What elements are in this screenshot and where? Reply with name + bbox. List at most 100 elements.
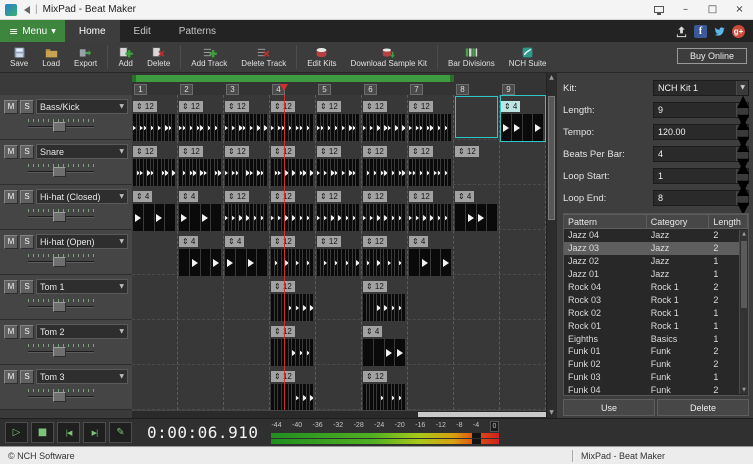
- timeline-ruler[interactable]: 123456789: [132, 73, 546, 95]
- pattern-row[interactable]: Funk 04 Funk 2: [564, 384, 748, 395]
- beat-cell[interactable]: [384, 339, 396, 366]
- pattern-segment[interactable]: ⇕ 12: [409, 96, 453, 141]
- solo-button[interactable]: S: [20, 369, 34, 384]
- solo-button[interactable]: S: [20, 189, 34, 204]
- spin-up-icon[interactable]: ▲: [737, 179, 749, 198]
- pattern-segment[interactable]: ⇕ 12: [317, 141, 361, 186]
- horizontal-scrollbar-thumb[interactable]: [417, 412, 546, 417]
- pattern-segment[interactable]: ⇕ 12: [363, 186, 407, 231]
- beat-cell[interactable]: [533, 114, 544, 141]
- monitor-icon[interactable]: [645, 0, 672, 19]
- beat-cell[interactable]: [165, 204, 176, 231]
- beat-cell[interactable]: [310, 159, 314, 186]
- loop-start-spinner[interactable]: 1 ▲ ▼: [653, 157, 749, 195]
- slider-thumb[interactable]: [53, 347, 66, 357]
- scroll-down-icon[interactable]: ▼: [547, 408, 556, 418]
- load-button[interactable]: Load: [35, 43, 67, 72]
- beat-cell[interactable]: [501, 114, 512, 141]
- pattern-segment[interactable]: ⇕ 12: [363, 276, 407, 321]
- pattern-segment[interactable]: ⇕ 12: [225, 141, 269, 186]
- solo-button[interactable]: S: [20, 144, 34, 159]
- minimize-button[interactable]: –: [672, 0, 699, 19]
- beat-cell[interactable]: [310, 204, 314, 231]
- pattern-segment[interactable]: ⇕ 12: [271, 276, 315, 321]
- beat-cell[interactable]: [356, 249, 360, 276]
- download-sample-kit-button[interactable]: Download Sample Kit: [344, 43, 434, 72]
- beat-cell[interactable]: [264, 114, 268, 141]
- solo-button[interactable]: S: [20, 324, 34, 339]
- pattern-row[interactable]: Funk 01 Funk 2: [564, 345, 748, 358]
- beat-cell[interactable]: [310, 249, 314, 276]
- facebook-icon[interactable]: f: [694, 24, 707, 38]
- track-name-select[interactable]: Snare ▼: [36, 144, 128, 159]
- mute-button[interactable]: M: [4, 189, 18, 204]
- go-to-end-button[interactable]: ▶|: [83, 422, 106, 443]
- beat-cell[interactable]: [310, 294, 314, 321]
- loop-region[interactable]: [132, 75, 454, 82]
- spin-up-icon[interactable]: ▲: [737, 157, 749, 176]
- track-name-select[interactable]: Bass/Kick ▼: [36, 99, 128, 114]
- pattern-row[interactable]: Funk 02 Funk 2: [564, 358, 748, 371]
- pattern-row[interactable]: Rock 02 Rock 11: [564, 306, 748, 319]
- pattern-row[interactable]: Rock 04 Rock 12: [564, 281, 748, 294]
- edit-kits-button[interactable]: Edit Kits: [300, 43, 343, 72]
- beat-cell[interactable]: [448, 204, 452, 231]
- spin-up-icon[interactable]: ▲: [737, 91, 749, 110]
- beat-cell[interactable]: [218, 114, 222, 141]
- pattern-segment[interactable]: ⇕ 12: [133, 96, 177, 141]
- beat-cell[interactable]: [356, 159, 360, 186]
- tempo-spinner[interactable]: 120.00 ▲ ▼: [653, 113, 749, 151]
- beat-cell[interactable]: [430, 249, 442, 276]
- add-track-button[interactable]: Add Track: [184, 43, 234, 72]
- beat-cell[interactable]: [179, 204, 190, 231]
- solo-button[interactable]: S: [20, 234, 34, 249]
- menu-button[interactable]: ≡ Menu ▼: [0, 20, 65, 42]
- track-name-select[interactable]: Tom 2 ▼: [36, 324, 128, 339]
- beat-cell[interactable]: [419, 249, 431, 276]
- beat-cell[interactable]: [402, 114, 406, 141]
- horizontal-scrollbar[interactable]: [132, 410, 546, 418]
- pattern-segment[interactable]: ⇕ 12: [363, 366, 407, 410]
- beat-cell[interactable]: [402, 204, 406, 231]
- beat-cell[interactable]: [395, 339, 406, 366]
- beat-cell[interactable]: [356, 204, 360, 231]
- length-spinner[interactable]: 9 ▲ ▼: [653, 91, 749, 129]
- beat-cell[interactable]: [225, 249, 236, 276]
- beat-cell[interactable]: [448, 114, 452, 141]
- pattern-segment[interactable]: ⇕ 4: [179, 231, 223, 276]
- pattern-segment[interactable]: ⇕ 12: [409, 141, 453, 186]
- pattern-segment[interactable]: ⇕ 4: [455, 186, 499, 231]
- play-button[interactable]: ▷: [5, 422, 28, 443]
- pattern-segment[interactable]: ⇕ 4: [500, 95, 546, 142]
- share-icon[interactable]: [675, 25, 688, 38]
- pattern-segment[interactable]: ⇕ 12: [179, 141, 223, 186]
- beat-cell[interactable]: [257, 249, 268, 276]
- beat-cell[interactable]: [143, 204, 155, 231]
- pattern-segment[interactable]: ⇕ 12: [317, 186, 361, 231]
- pattern-segment[interactable]: ⇕ 12: [133, 141, 177, 186]
- beat-cell[interactable]: [235, 249, 247, 276]
- beat-cell[interactable]: [522, 114, 534, 141]
- buy-online-button[interactable]: Buy Online: [676, 48, 747, 64]
- volume-slider[interactable]: [28, 389, 94, 402]
- playhead-marker[interactable]: [280, 84, 288, 91]
- pattern-row[interactable]: Jazz 03 Jazz 2: [564, 241, 748, 255]
- mute-button[interactable]: M: [4, 144, 18, 159]
- volume-slider[interactable]: [28, 209, 94, 222]
- pattern-segment[interactable]: ⇕ 12: [179, 96, 223, 141]
- save-button[interactable]: Save: [3, 43, 35, 72]
- beat-cell[interactable]: [189, 204, 201, 231]
- solo-button[interactable]: S: [20, 99, 34, 114]
- pattern-segment[interactable]: ⇕ 12: [225, 96, 269, 141]
- add-pattern-button[interactable]: Add: [111, 43, 140, 72]
- spin-up-icon[interactable]: ▲: [737, 135, 749, 154]
- tab-home[interactable]: Home: [64, 20, 120, 42]
- pattern-segment[interactable]: ⇕ 12: [271, 231, 315, 276]
- mute-button[interactable]: M: [4, 234, 18, 249]
- beat-cell[interactable]: [465, 204, 477, 231]
- delete-pattern-button[interactable]: Delete: [657, 399, 749, 416]
- beat-cell[interactable]: [179, 249, 190, 276]
- beat-cell[interactable]: [511, 114, 523, 141]
- go-to-start-button[interactable]: |◀: [57, 422, 80, 443]
- pattern-segment[interactable]: ⇕ 4: [363, 321, 407, 366]
